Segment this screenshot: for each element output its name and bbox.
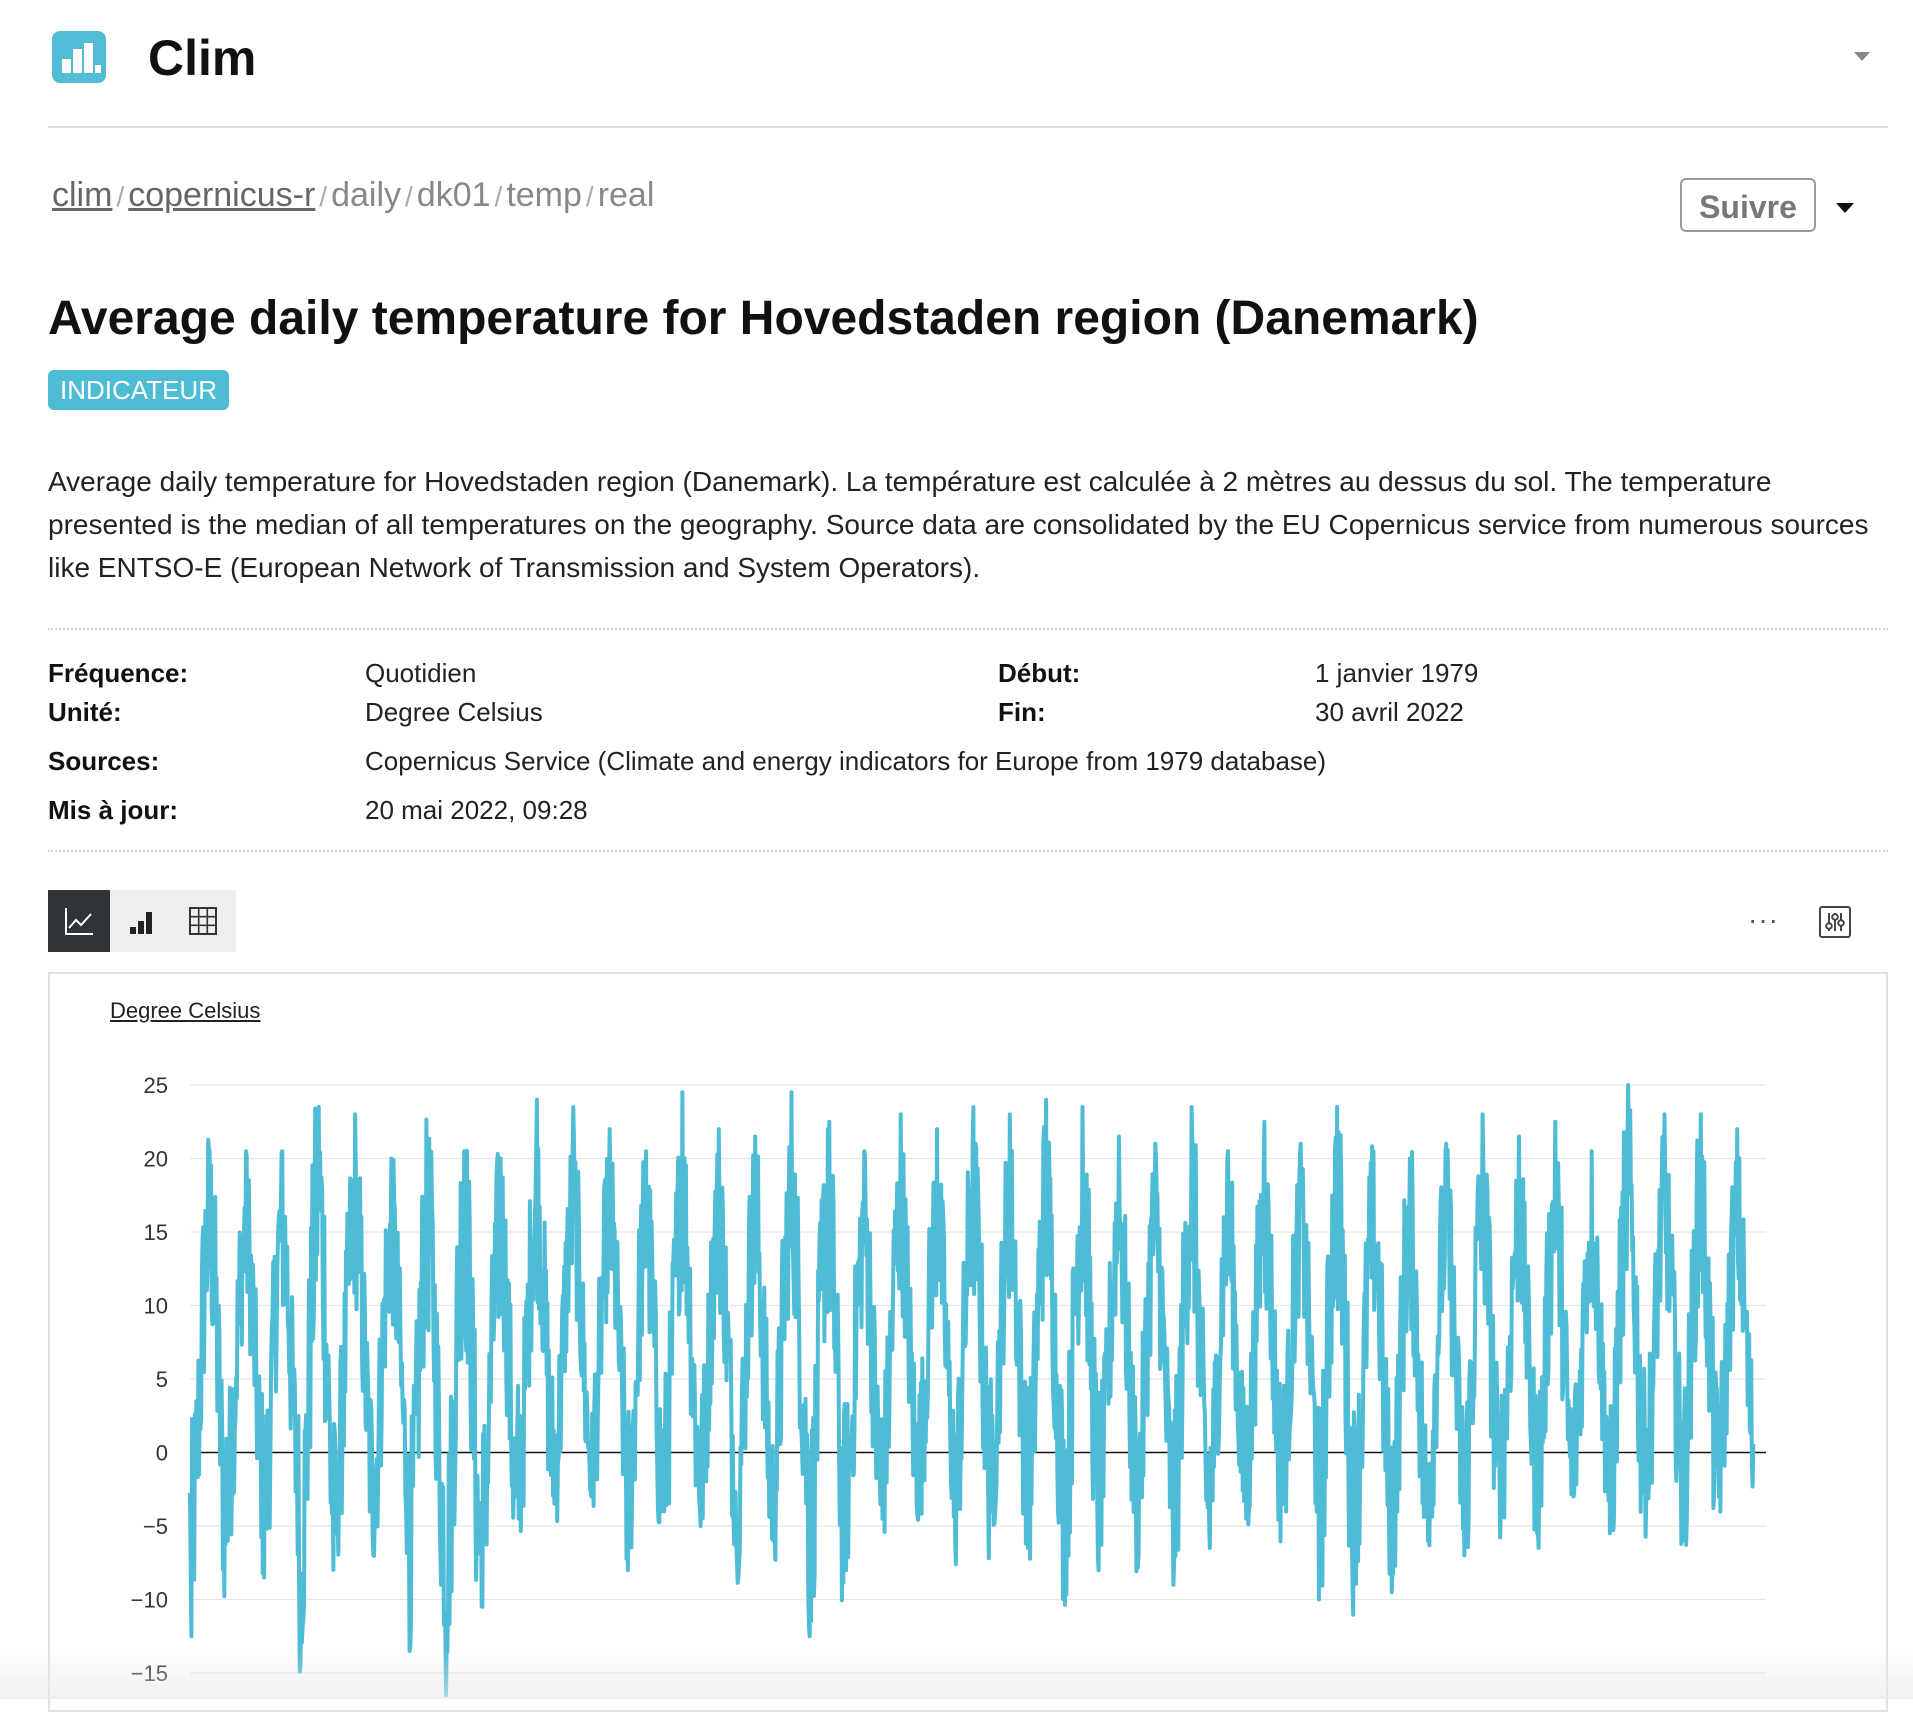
y-tick-label: −5 — [143, 1514, 168, 1539]
y-tick-label: −10 — [131, 1588, 168, 1613]
y-tick-label: 0 — [156, 1441, 168, 1466]
y-tick-label: 10 — [144, 1294, 168, 1319]
y-tick-label: 5 — [156, 1367, 168, 1392]
y-tick-label: 20 — [144, 1147, 168, 1172]
temperature-series-line[interactable] — [188, 1083, 1756, 1697]
line-chart: 25 20 15 10 5 0 −5 −10 −15 — [131, 1073, 1766, 1697]
y-tick-label: −15 — [131, 1661, 168, 1686]
y-tick-label: 25 — [144, 1073, 168, 1098]
y-tick-label: 15 — [144, 1220, 168, 1245]
